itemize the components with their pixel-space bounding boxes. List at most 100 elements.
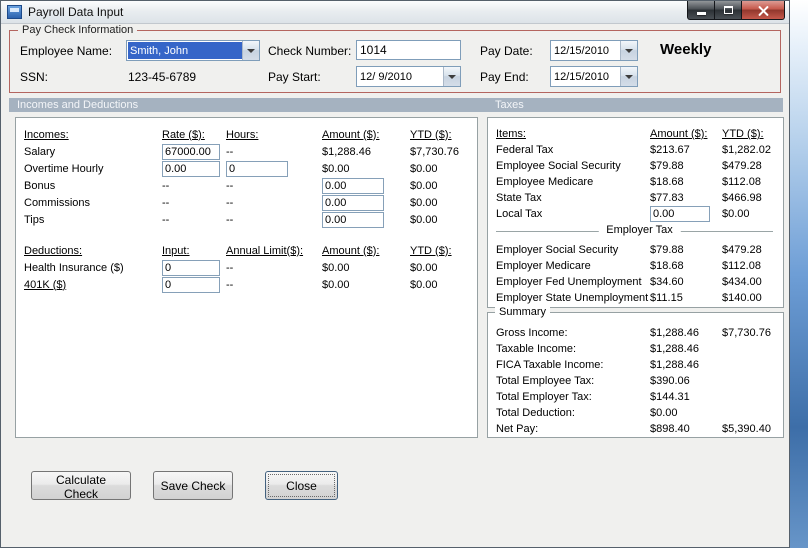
tax-amount: $79.88 <box>650 160 684 172</box>
tax-label: State Tax <box>496 192 542 204</box>
tax-row-employee-social-security: Employee Social Security $79.88 $479.28 <box>496 158 783 174</box>
paycheck-info-group-label: Pay Check Information <box>18 24 138 36</box>
taxes-panel: Items: Amount ($): YTD ($): Federal Tax … <box>487 117 784 308</box>
salary-label: Salary <box>24 145 56 158</box>
tips-amount-input[interactable] <box>322 211 384 228</box>
tax-label: Employee Medicare <box>496 176 594 188</box>
minimize-icon <box>696 12 706 15</box>
pay-end-dropdown-button[interactable] <box>620 67 637 86</box>
summary-row-total-employee-tax: Total Employee Tax: $390.06 <box>496 373 783 389</box>
overtime-rate-input[interactable] <box>162 160 220 177</box>
health-insurance-amount: $0.00 <box>322 261 350 274</box>
bonus-amount-input[interactable] <box>322 177 384 194</box>
close-icon <box>758 5 769 16</box>
income-row-commissions: Commissions -- -- $0.00 <box>24 194 477 211</box>
tax-row-employee-medicare: Employee Medicare $18.68 $112.08 <box>496 174 783 190</box>
income-row-bonus: Bonus -- -- $0.00 <box>24 177 477 194</box>
bonus-ytd: $0.00 <box>410 179 438 192</box>
tax-label: Employer Fed Unemployment <box>496 276 642 288</box>
pay-date-dropdown-button[interactable] <box>620 41 637 60</box>
deductions-header-input: Input: <box>162 244 190 257</box>
check-number-input[interactable] <box>356 40 461 60</box>
commissions-rate: -- <box>162 196 170 209</box>
summary-label-text: Total Employer Tax: <box>496 391 592 403</box>
calculate-check-button[interactable]: Calculate Check <box>31 471 131 501</box>
employer-tax-separator: Employer Tax <box>496 222 783 242</box>
window-title: Payroll Data Input <box>28 5 124 19</box>
401k-input[interactable] <box>162 276 220 293</box>
summary-ytd: $5,390.40 <box>722 423 771 435</box>
maximize-button[interactable] <box>714 1 742 20</box>
deductions-header-item: Deductions: <box>24 244 83 257</box>
section-header-incomes-deductions: Incomes and Deductions <box>17 99 139 111</box>
tax-ytd: $479.28 <box>722 160 762 172</box>
pay-date-datepicker[interactable]: 12/15/2010 <box>550 40 638 61</box>
tips-ytd: $0.00 <box>410 213 438 226</box>
pay-date-value: 12/15/2010 <box>554 44 610 57</box>
pay-date-label: Pay Date: <box>480 44 533 58</box>
commissions-amount-input[interactable] <box>322 194 384 211</box>
tax-row-local: Local Tax $0.00 <box>496 206 783 222</box>
summary-label-text: Taxable Income: <box>496 343 577 355</box>
tax-row-state: State Tax $77.83 $466.98 <box>496 190 783 206</box>
health-insurance-input[interactable] <box>162 259 220 276</box>
summary-row-gross-income: Gross Income: $1,288.46 $7,730.76 <box>496 325 783 341</box>
summary-amount: $144.31 <box>650 391 690 403</box>
overtime-hours-input[interactable] <box>226 160 288 177</box>
tax-row-employer-fed-unemployment: Employer Fed Unemployment $34.60 $434.00 <box>496 274 783 290</box>
save-check-button[interactable]: Save Check <box>153 471 233 500</box>
salary-rate-input[interactable] <box>162 143 220 160</box>
deductions-header-amount: Amount ($): <box>322 244 380 257</box>
employee-name-dropdown-button[interactable] <box>242 41 259 60</box>
app-icon[interactable] <box>7 5 22 19</box>
income-row-overtime: Overtime Hourly $0.00 $0.00 <box>24 160 477 177</box>
tax-row-employer-medicare: Employer Medicare $18.68 $112.08 <box>496 258 783 274</box>
deduction-row-401k: 401K ($) -- $0.00 $0.00 <box>24 276 477 293</box>
401k-ytd: $0.00 <box>410 278 438 291</box>
deductions-header-limit: Annual Limit($): <box>226 244 304 257</box>
health-insurance-limit: -- <box>226 261 234 274</box>
tax-row-employer-state-unemployment: Employer State Unemployment $11.15 $140.… <box>496 290 783 306</box>
employee-name-label: Employee Name: <box>20 44 113 58</box>
salary-hours: -- <box>226 145 234 158</box>
summary-amount: $1,288.46 <box>650 343 699 355</box>
local-tax-input[interactable] <box>650 206 710 222</box>
maximize-icon <box>723 6 733 14</box>
local-tax-ytd: $0.00 <box>722 208 750 220</box>
summary-group-label: Summary <box>495 306 551 318</box>
summary-row-total-employer-tax: Total Employer Tax: $144.31 <box>496 389 783 405</box>
chevron-down-icon <box>625 74 633 79</box>
deductions-header-ytd: YTD ($): <box>410 244 452 257</box>
employee-name-combobox[interactable]: Smith, John <box>126 40 260 61</box>
income-row-tips: Tips -- -- $0.00 <box>24 211 477 228</box>
tax-label: Employer Social Security <box>496 244 619 256</box>
summary-label-text: Gross Income: <box>496 327 568 339</box>
caption-buttons <box>687 1 785 20</box>
pay-end-datepicker[interactable]: 12/15/2010 <box>550 66 638 87</box>
tax-amount: $11.15 <box>650 292 683 304</box>
pay-start-datepicker[interactable]: 12/ 9/2010 <box>356 66 461 87</box>
tips-rate: -- <box>162 213 170 226</box>
close-dialog-button[interactable]: Close <box>265 471 338 500</box>
pay-end-label: Pay End: <box>480 70 529 84</box>
section-band: Incomes and Deductions Taxes <box>9 98 783 112</box>
tax-label: Employer State Unemployment <box>496 292 649 304</box>
commissions-ytd: $0.00 <box>410 196 438 209</box>
paycheck-info-group: Pay Check Information Employee Name: Smi… <box>9 24 781 93</box>
tax-ytd: $1,282.02 <box>722 144 771 156</box>
401k-link[interactable]: 401K ($) <box>24 279 162 291</box>
taxes-header-amount: Amount ($): <box>650 128 708 140</box>
minimize-button[interactable] <box>687 1 715 20</box>
overtime-label: Overtime Hourly <box>24 162 104 175</box>
commissions-label: Commissions <box>24 196 91 209</box>
summary-row-net-pay: Net Pay: $898.40 $5,390.40 <box>496 421 783 437</box>
pay-start-value: 12/ 9/2010 <box>360 70 412 83</box>
title-bar[interactable]: Payroll Data Input <box>1 1 789 24</box>
pay-start-dropdown-button[interactable] <box>443 67 460 86</box>
ssn-label: SSN: <box>20 70 49 84</box>
tips-hours: -- <box>226 213 234 226</box>
pay-start-label: Pay Start: <box>268 70 321 84</box>
close-button[interactable] <box>741 1 785 20</box>
health-insurance-ytd: $0.00 <box>410 261 438 274</box>
summary-amount: $1,288.46 <box>650 327 699 339</box>
